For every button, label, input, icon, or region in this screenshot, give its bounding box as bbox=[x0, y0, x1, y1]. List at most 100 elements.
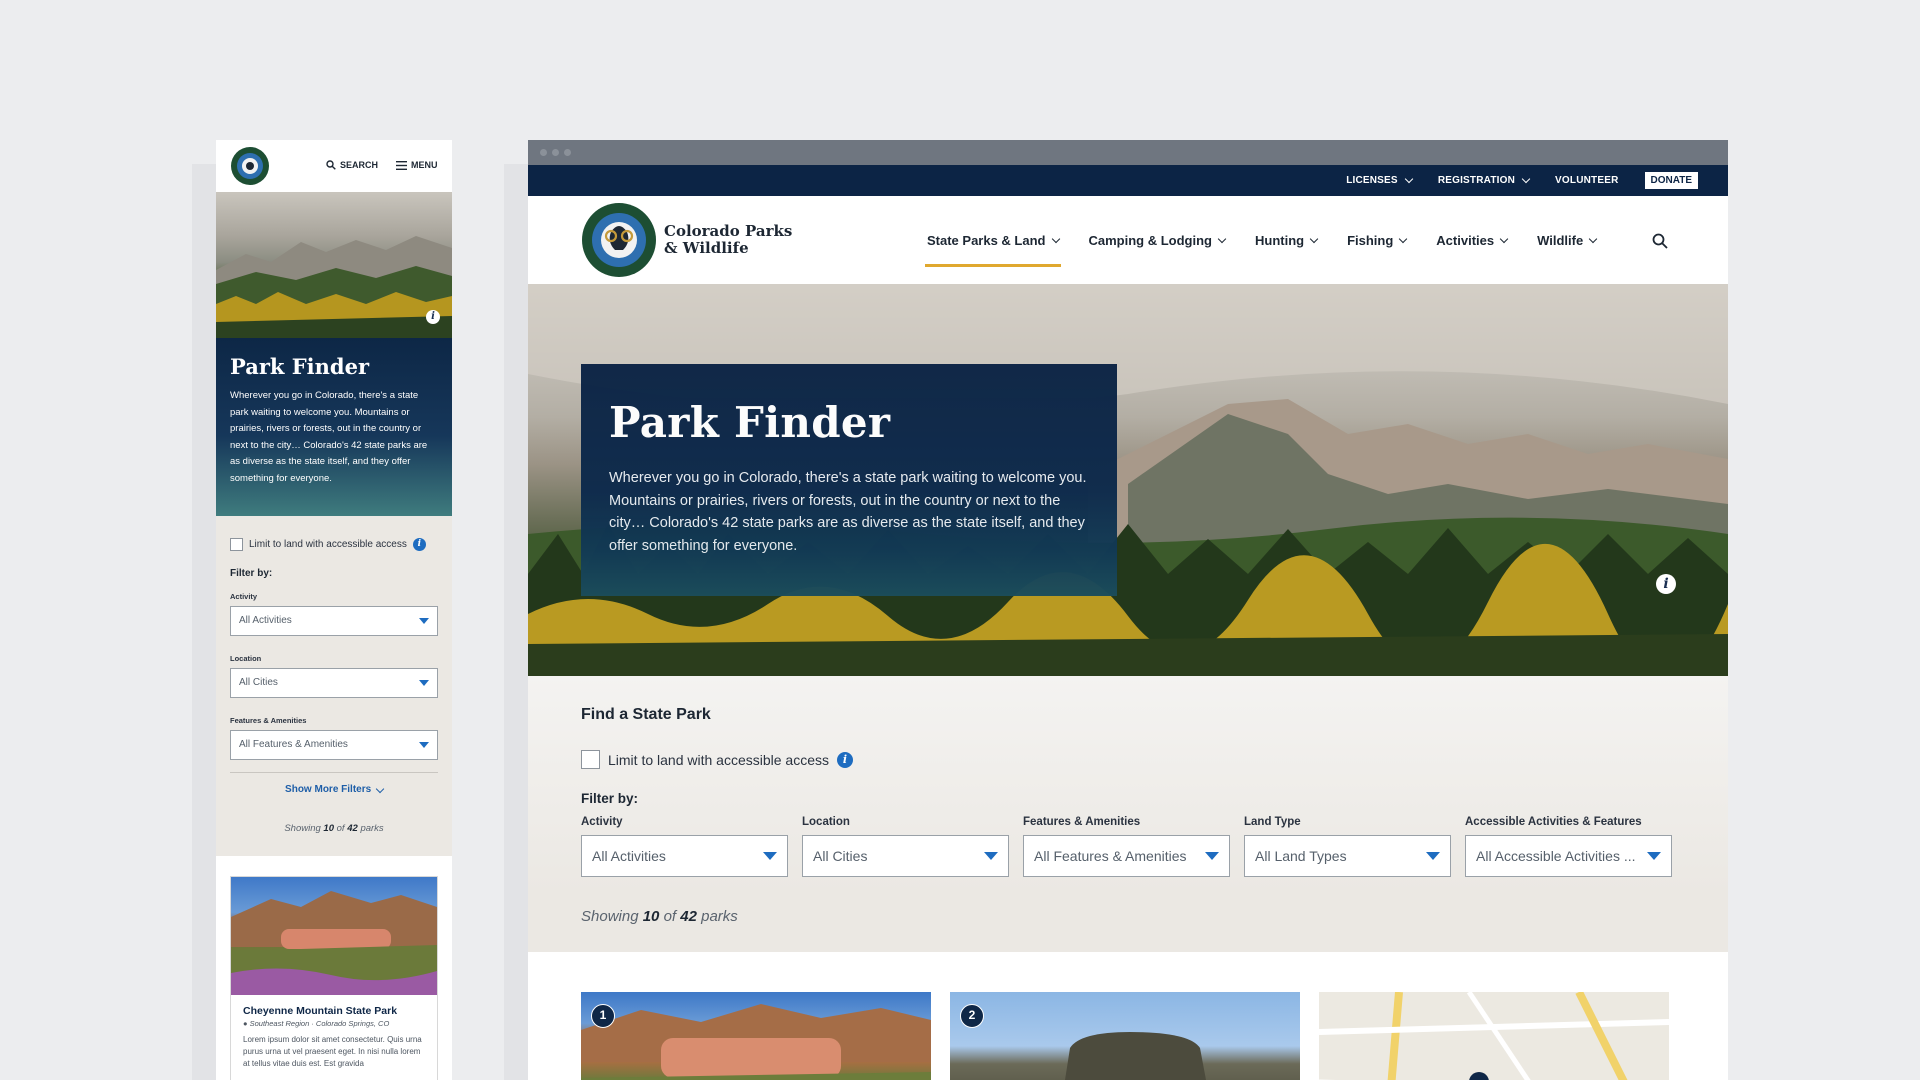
utility-licenses[interactable]: LICENSES bbox=[1346, 174, 1414, 186]
chevron-down-icon bbox=[1499, 234, 1509, 243]
main-nav: State Parks & Land Camping & Lodging Hun… bbox=[912, 196, 1611, 284]
utility-label: LICENSES bbox=[1346, 175, 1398, 186]
nav-label: State Parks & Land bbox=[927, 232, 1046, 248]
showing-suffix: parks bbox=[701, 908, 738, 925]
select-value: All Activities bbox=[239, 615, 292, 626]
select-value: All Cities bbox=[239, 677, 278, 688]
search-label: SEARCH bbox=[340, 160, 379, 170]
showing-suffix: parks bbox=[360, 823, 384, 834]
chevron-down-icon bbox=[1399, 234, 1408, 243]
mobile-page-title: Park Finder bbox=[230, 354, 370, 379]
search-icon[interactable] bbox=[1652, 233, 1668, 249]
filter-label: Location bbox=[802, 816, 850, 828]
park-card-title[interactable]: Cheyenne Mountain State Park bbox=[231, 995, 437, 1019]
nav-activities[interactable]: Activities bbox=[1421, 196, 1522, 284]
utility-registration[interactable]: REGISTRATION bbox=[1437, 174, 1531, 186]
park-card[interactable]: Cheyenne Mountain State Park ● Southeast… bbox=[230, 876, 438, 1080]
accessible-checkbox[interactable]: Limit to land with accessible access i bbox=[581, 750, 853, 769]
info-icon[interactable]: i bbox=[412, 538, 426, 551]
chevron-down-icon bbox=[419, 742, 429, 748]
park-card-image bbox=[231, 877, 437, 995]
features-select[interactable]: All Features & Amenities bbox=[1023, 835, 1230, 877]
logo-emblem[interactable] bbox=[230, 146, 270, 186]
showing-of: of bbox=[663, 908, 677, 925]
info-icon[interactable]: i bbox=[426, 310, 440, 324]
mobile-filter-label-location: Location bbox=[230, 654, 262, 663]
nav-fishing[interactable]: Fishing bbox=[1332, 196, 1421, 284]
search-icon bbox=[326, 160, 336, 170]
mobile-filter-label-features: Features & Amenities bbox=[230, 716, 307, 725]
utility-label: REGISTRATION bbox=[1437, 175, 1516, 186]
results-grid: 1 2 bbox=[528, 952, 1728, 1080]
mobile-intro-text: Wherever you go in Colorado, there's a s… bbox=[230, 390, 428, 484]
showing-prefix: Showing bbox=[284, 823, 321, 834]
mobile-accessible-checkbox[interactable]: Limit to land with accessible access i bbox=[230, 538, 426, 551]
browser-chrome bbox=[528, 140, 1728, 165]
showing-count: 10 bbox=[323, 823, 334, 834]
showing-count: 10 bbox=[642, 908, 660, 925]
checkbox[interactable] bbox=[581, 750, 600, 769]
donate-button[interactable]: DONATE bbox=[1644, 172, 1698, 189]
nav-label: Camping & Lodging bbox=[1088, 232, 1212, 248]
land-type-select[interactable]: All Land Types bbox=[1244, 835, 1451, 877]
utility-label: VOLUNTEER bbox=[1555, 175, 1619, 186]
mobile-hero-image: i bbox=[216, 192, 452, 338]
park-card[interactable]: 2 bbox=[950, 992, 1300, 1080]
filter-by-label: Filter by: bbox=[581, 791, 639, 806]
park-finder-filters: Find a State Park Limit to land with acc… bbox=[528, 676, 1728, 925]
mobile-filter-label-activity: Activity bbox=[230, 592, 258, 601]
results-map[interactable] bbox=[1319, 992, 1669, 1080]
chevron-down-icon bbox=[419, 618, 429, 624]
showing-total: 42 bbox=[680, 908, 697, 925]
select-value: All Land Types bbox=[1255, 848, 1347, 864]
mobile-menu-button[interactable]: MENU bbox=[396, 160, 438, 170]
hero-text-panel: Park Finder Wherever you go in Colorado,… bbox=[581, 364, 1117, 596]
mobile-location-select[interactable]: All Cities bbox=[230, 668, 438, 698]
mobile-shadow bbox=[192, 164, 216, 1080]
info-icon[interactable]: i bbox=[837, 751, 853, 768]
window-dot bbox=[540, 149, 547, 156]
menu-label: MENU bbox=[411, 160, 438, 170]
brand-name[interactable]: Colorado Parks & Wildlife bbox=[664, 223, 792, 257]
logo-emblem[interactable] bbox=[581, 202, 657, 278]
show-more-label: Show More Filters bbox=[285, 784, 372, 795]
utility-nav: LICENSES REGISTRATION VOLUNTEER DONATE bbox=[528, 165, 1728, 196]
nav-label: Fishing bbox=[1347, 232, 1394, 248]
chevron-down-icon bbox=[1426, 852, 1440, 860]
select-value: All Features & Amenities bbox=[1034, 848, 1187, 864]
chevron-down-icon bbox=[1404, 174, 1414, 184]
chevron-down-icon bbox=[1051, 234, 1060, 243]
chevron-down-icon bbox=[1205, 852, 1219, 860]
park-card[interactable]: 1 bbox=[581, 992, 931, 1080]
location-select[interactable]: All Cities bbox=[802, 835, 1009, 877]
result-number: 2 bbox=[960, 1004, 984, 1028]
finder-title: Find a State Park bbox=[581, 706, 711, 723]
nav-state-parks-land[interactable]: State Parks & Land bbox=[912, 196, 1074, 284]
utility-volunteer[interactable]: VOLUNTEER bbox=[1555, 175, 1618, 186]
show-more-filters-button[interactable]: Show More Filters bbox=[216, 784, 452, 795]
filter-land-type: Land Type All Land Types bbox=[1244, 816, 1451, 877]
mobile-header: SEARCH MENU bbox=[216, 140, 452, 192]
window-dot bbox=[564, 149, 571, 156]
mobile-results-list: Cheyenne Mountain State Park ● Southeast… bbox=[216, 856, 452, 1080]
mobile-features-select[interactable]: All Features & Amenities bbox=[230, 730, 438, 760]
filter-features: Features & Amenities All Features & Amen… bbox=[1023, 816, 1230, 877]
checkbox[interactable] bbox=[230, 538, 243, 551]
filter-label: Features & Amenities bbox=[1023, 816, 1141, 828]
accessible-activities-select[interactable]: All Accessible Activities ... bbox=[1465, 835, 1672, 877]
info-icon[interactable]: i bbox=[1656, 574, 1676, 594]
nav-hunting[interactable]: Hunting bbox=[1240, 196, 1332, 284]
divider bbox=[230, 772, 438, 773]
activity-select[interactable]: All Activities bbox=[581, 835, 788, 877]
mobile-activity-select[interactable]: All Activities bbox=[230, 606, 438, 636]
nav-label: Wildlife bbox=[1537, 232, 1584, 248]
chevron-down-icon bbox=[1309, 234, 1319, 243]
mobile-search-button[interactable]: SEARCH bbox=[326, 160, 378, 170]
select-value: All Accessible Activities ... bbox=[1476, 848, 1636, 864]
page-title: Park Finder bbox=[609, 398, 891, 447]
nav-label: Activities bbox=[1436, 232, 1495, 248]
nav-camping-lodging[interactable]: Camping & Lodging bbox=[1074, 196, 1240, 284]
nav-wildlife[interactable]: Wildlife bbox=[1522, 196, 1611, 284]
chevron-down-icon bbox=[1588, 234, 1598, 243]
mobile-results-count: Showing 10 of 42 parks bbox=[216, 823, 452, 834]
